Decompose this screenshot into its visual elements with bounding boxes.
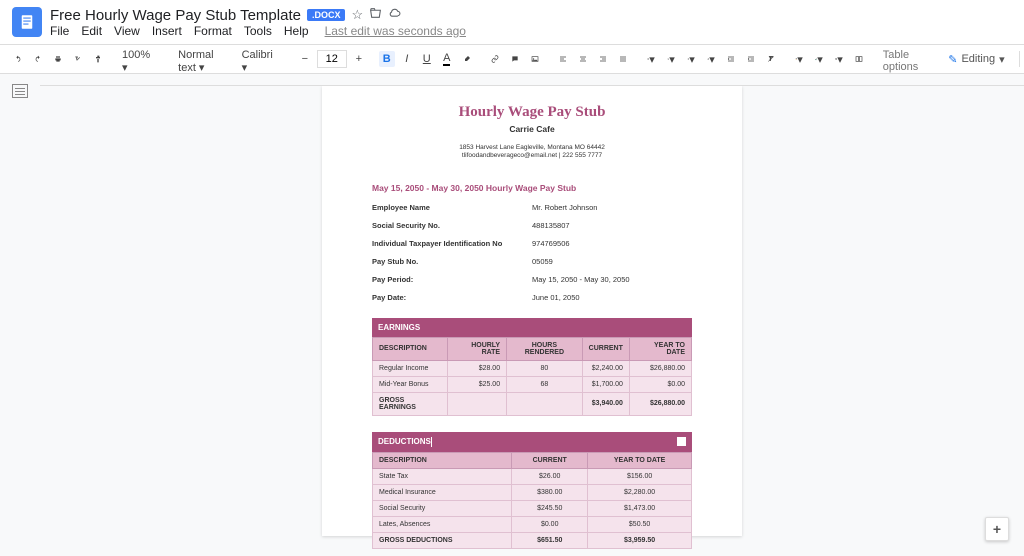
stub-label: Pay Stub No.: [372, 257, 532, 266]
pen-icon: ✎: [948, 53, 957, 66]
doc-main-title: Hourly Wage Pay Stub: [372, 104, 692, 121]
doc-address: 1853 Harvest Lane Eagleville, Montana MO…: [372, 144, 692, 161]
period: May 15, 2050 - May 30, 2050: [532, 275, 692, 284]
emp-name-label: Employee Name: [372, 203, 532, 212]
deductions-header[interactable]: DEDUCTIONS: [372, 432, 692, 452]
workspace: Hourly Wage Pay Stub Carrie Cafe 1853 Ha…: [0, 74, 1024, 556]
comment-icon[interactable]: [507, 50, 523, 68]
itin-label: Individual Taxpayer Identification No: [372, 239, 532, 248]
spellcheck-icon[interactable]: [70, 50, 86, 68]
menu-edit[interactable]: Edit: [81, 24, 102, 38]
format-badge: .DOCX: [307, 9, 346, 21]
menu-bar: File Edit View Insert Format Tools Help …: [50, 24, 466, 38]
star-icon[interactable]: ☆: [351, 7, 363, 23]
menu-tools[interactable]: Tools: [244, 24, 272, 38]
cloud-icon[interactable]: [388, 7, 401, 23]
print-icon[interactable]: [50, 50, 66, 68]
font-decrease[interactable]: −: [297, 51, 313, 67]
deductions-table: DESCRIPTION CURRENT YEAR TO DATE State T…: [372, 452, 692, 549]
font-size-input[interactable]: [317, 50, 347, 68]
period-label: Pay Period:: [372, 275, 532, 284]
align-left-icon[interactable]: [555, 50, 571, 68]
header-bar: Free Hourly Wage Pay Stub Template .DOCX…: [0, 0, 1024, 44]
emp-name: Mr. Robert Johnson: [532, 203, 692, 212]
merge-cells-icon[interactable]: [851, 50, 867, 68]
undo-icon[interactable]: [10, 50, 26, 68]
style-select[interactable]: Normal text ▾: [174, 49, 225, 69]
doc-title[interactable]: Free Hourly Wage Pay Stub Template: [50, 7, 301, 24]
font-increase[interactable]: +: [351, 51, 367, 67]
docs-logo[interactable]: [12, 7, 42, 37]
earnings-header: EARNINGS: [372, 318, 692, 337]
table-options[interactable]: Table options: [879, 49, 930, 69]
table-row: GROSS EARNINGS$3,940.00$26,880.00: [373, 392, 692, 415]
earnings-table: DESCRIPTION HOURLY RATE HOURS RENDERED C…: [372, 337, 692, 416]
checklist-icon[interactable]: ▾: [663, 50, 679, 68]
page[interactable]: Hourly Wage Pay Stub Carrie Cafe 1853 Ha…: [322, 86, 742, 536]
outline-icon[interactable]: [12, 84, 28, 98]
menu-help[interactable]: Help: [284, 24, 309, 38]
doc-subtitle: Carrie Cafe: [372, 124, 692, 134]
align-justify-icon[interactable]: [615, 50, 631, 68]
ruler[interactable]: [40, 74, 1024, 86]
date-label: Pay Date:: [372, 293, 532, 302]
left-sidebar: [0, 74, 40, 556]
bold-button[interactable]: B: [379, 51, 395, 67]
canvas[interactable]: Hourly Wage Pay Stub Carrie Cafe 1853 Ha…: [40, 74, 1024, 556]
menu-view[interactable]: View: [114, 24, 140, 38]
table-row: GROSS DEDUCTIONS$651.50$3,959.50: [373, 532, 692, 548]
ssn-label: Social Security No.: [372, 221, 532, 230]
zoom-select[interactable]: 100% ▾: [118, 49, 162, 69]
line-spacing-icon[interactable]: ▾: [643, 50, 659, 68]
table-row: Lates, Absences$0.00$50.50: [373, 516, 692, 532]
border-color-icon[interactable]: ▾: [811, 50, 827, 68]
menu-file[interactable]: File: [50, 24, 69, 38]
menu-insert[interactable]: Insert: [152, 24, 182, 38]
clear-format-icon[interactable]: [763, 50, 779, 68]
underline-button[interactable]: U: [419, 51, 435, 67]
menu-format[interactable]: Format: [194, 24, 232, 38]
fill-color-icon[interactable]: ▾: [791, 50, 807, 68]
borders-icon[interactable]: ▾: [831, 50, 847, 68]
table-row: Medical Insurance$380.00$2,280.00: [373, 484, 692, 500]
table-handle-icon[interactable]: [677, 437, 686, 446]
link-icon[interactable]: [487, 50, 503, 68]
table-row: State Tax$26.00$156.00: [373, 468, 692, 484]
highlight-button[interactable]: [459, 50, 475, 68]
title-area: Free Hourly Wage Pay Stub Template .DOCX…: [50, 7, 466, 38]
align-right-icon[interactable]: [595, 50, 611, 68]
indent-increase-icon[interactable]: [743, 50, 759, 68]
stub: 05059: [532, 257, 692, 266]
date: June 01, 2050: [532, 293, 692, 302]
edit-info[interactable]: Last edit was seconds ago: [325, 24, 466, 38]
period-title: May 15, 2050 - May 30, 2050 Hourly Wage …: [372, 183, 692, 193]
numbered-list-icon[interactable]: 123 ▾: [703, 50, 719, 68]
explore-button[interactable]: +: [985, 517, 1009, 541]
table-row: Social Security$245.50$1,473.00: [373, 500, 692, 516]
italic-button[interactable]: I: [399, 51, 415, 67]
paint-format-icon[interactable]: [90, 50, 106, 68]
align-center-icon[interactable]: [575, 50, 591, 68]
redo-icon[interactable]: [30, 50, 46, 68]
font-select[interactable]: Calibri ▾: [238, 49, 285, 69]
table-row: Mid-Year Bonus$25.0068$1,700.00$0.00: [373, 376, 692, 392]
ssn: 488135807: [532, 221, 692, 230]
indent-decrease-icon[interactable]: [723, 50, 739, 68]
itin: 974769506: [532, 239, 692, 248]
toolbar: 100% ▾ Normal text ▾ Calibri ▾ − + B I U…: [0, 44, 1024, 74]
move-icon[interactable]: [369, 7, 382, 23]
table-row: Regular Income$28.0080$2,240.00$26,880.0…: [373, 360, 692, 376]
text-color-button[interactable]: A: [439, 50, 455, 68]
editing-mode-button[interactable]: ✎ Editing ▾: [942, 51, 1010, 68]
image-icon[interactable]: [527, 50, 543, 68]
bullet-list-icon[interactable]: ▾: [683, 50, 699, 68]
